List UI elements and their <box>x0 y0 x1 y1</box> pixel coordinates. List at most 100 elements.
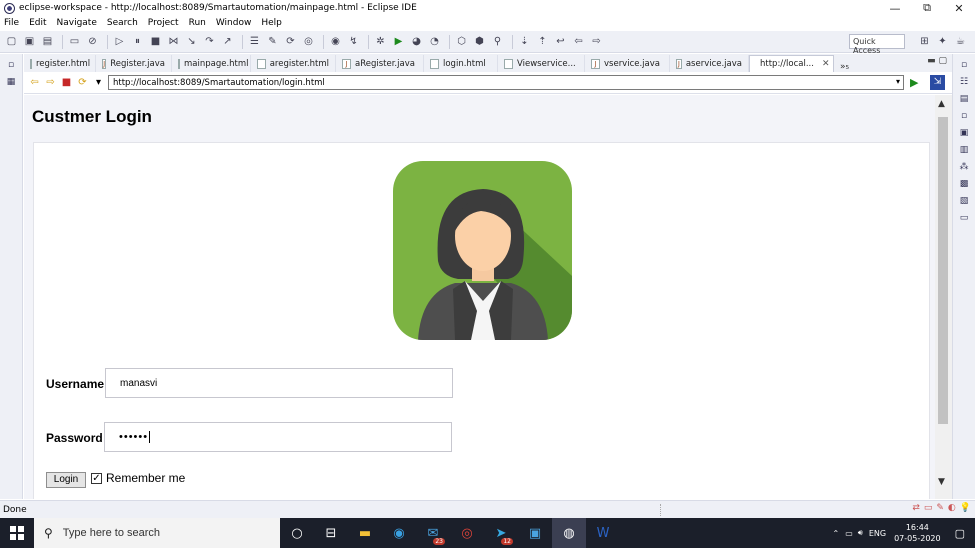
terminal-icon[interactable]: ▭ <box>67 35 82 49</box>
chevron-up-icon[interactable]: ⌃ <box>833 529 840 538</box>
menu-navigate[interactable]: Navigate <box>57 18 97 28</box>
battery-icon[interactable]: ▭ <box>845 529 853 538</box>
outline-view-icon[interactable]: ☷ <box>959 77 970 88</box>
scroll-thumb[interactable] <box>938 117 948 424</box>
cortana-icon[interactable]: ○ <box>280 518 314 548</box>
maximize-view-icon[interactable]: ▢ <box>938 56 947 66</box>
resume-icon[interactable]: ▷ <box>112 35 127 49</box>
open-external-icon[interactable]: ⇲ <box>930 75 945 90</box>
url-input[interactable]: http://localhost:8089/Smartautomation/lo… <box>108 75 904 90</box>
globe-icon[interactable]: ◉ <box>328 35 343 49</box>
editor-tab[interactable]: http://local... ✕ <box>749 55 834 72</box>
terminate-icon[interactable]: ■ <box>148 35 163 49</box>
editor-tab[interactable]: Viewservice... <box>498 55 585 72</box>
windows-start-icon[interactable] <box>0 518 34 548</box>
package-explorer-icon[interactable]: ▦ <box>6 77 17 88</box>
editor-tab[interactable]: Jvservice.java <box>585 55 670 72</box>
close-button[interactable]: ✕ <box>943 2 975 15</box>
external-tools-icon[interactable]: ◔ <box>427 35 442 49</box>
editor-tab[interactable]: Jaservice.java <box>670 55 749 72</box>
notification-icon[interactable]: ▢ <box>955 527 965 540</box>
go-icon[interactable]: ▶ <box>910 76 918 89</box>
scroll-down-icon[interactable]: ▼ <box>938 477 945 487</box>
properties-icon[interactable]: ▥ <box>959 145 970 156</box>
menu-project[interactable]: Project <box>148 18 179 28</box>
language-indicator[interactable]: ENG <box>869 529 886 538</box>
console-icon[interactable]: ▭ <box>959 213 970 224</box>
username-input[interactable]: manasvi <box>105 368 453 398</box>
forward-icon[interactable]: ⇨ <box>589 35 604 49</box>
maximize-button[interactable]: ⧉ <box>911 1 943 15</box>
open-task-icon[interactable]: ⬢ <box>472 35 487 49</box>
editor-tab[interactable]: aregister.html <box>251 55 336 72</box>
telegram-icon[interactable]: ➤ 12 <box>484 518 518 548</box>
next-annotation-icon[interactable]: ⇣ <box>517 35 532 49</box>
clock[interactable]: 16:44 07-05-2020 <box>894 522 941 544</box>
app-window-icon[interactable]: ▣ <box>518 518 552 548</box>
save-icon[interactable]: ▣ <box>22 35 37 49</box>
open-type-icon[interactable]: ⬡ <box>454 35 469 49</box>
editor-tab[interactable]: JaRegister.java <box>336 55 424 72</box>
taskbar-search-input[interactable]: ⚲ Type here to search <box>34 518 280 548</box>
remember-me-checkbox[interactable]: ✓ <box>91 473 102 484</box>
menu-help[interactable]: Help <box>261 18 282 28</box>
minimize-button[interactable]: — <box>879 2 911 15</box>
refresh-icon[interactable]: ⟳ <box>76 76 89 89</box>
tab-overflow-button[interactable]: »₅ <box>840 62 849 72</box>
editor-tab[interactable]: J Register.java <box>96 55 172 72</box>
tip-icon[interactable]: ▭ <box>924 503 933 513</box>
edge-icon[interactable]: ◉ <box>382 518 416 548</box>
menu-file[interactable]: File <box>4 18 19 28</box>
step-return-icon[interactable]: ↗ <box>220 35 235 49</box>
menu-window[interactable]: Window <box>216 18 252 28</box>
chrome-icon[interactable]: ◎ <box>450 518 484 548</box>
outline-icon[interactable]: ☰ <box>247 35 262 49</box>
network-icon[interactable]: ⇄ <box>912 503 920 513</box>
task-view-icon[interactable]: ⊟ <box>314 518 348 548</box>
open-perspective-icon[interactable]: ⊞ <box>917 34 932 48</box>
menu-run[interactable]: Run <box>189 18 206 28</box>
snippets-icon[interactable]: ▧ <box>959 196 970 207</box>
coverage-icon[interactable]: ◕ <box>409 35 424 49</box>
close-tab-icon[interactable]: ✕ <box>822 59 830 69</box>
step-into-icon[interactable]: ↘ <box>184 35 199 49</box>
file-explorer-icon[interactable]: ▬ <box>348 518 382 548</box>
java-ee-perspective-icon[interactable]: ✦ <box>935 34 950 48</box>
markers-icon[interactable]: ▣ <box>959 128 970 139</box>
launch-icon[interactable]: ↯ <box>346 35 361 49</box>
vertical-scrollbar[interactable]: ▲ ▼ <box>935 95 952 499</box>
menu-search[interactable]: Search <box>107 18 138 28</box>
previous-annotation-icon[interactable]: ⇡ <box>535 35 550 49</box>
step-over-icon[interactable]: ↷ <box>202 35 217 49</box>
chevron-down-icon[interactable]: ▾ <box>896 77 900 86</box>
chevron-down-icon[interactable]: ▾ <box>92 76 105 89</box>
eclipse-taskbar-icon[interactable]: ◍ <box>552 518 586 548</box>
data-source-icon[interactable]: ▩ <box>959 179 970 190</box>
editor-tab[interactable]: mainpage.html <box>172 55 251 72</box>
task-list-icon[interactable]: ▤ <box>959 94 970 105</box>
mail-icon[interactable]: ✉ 23 <box>416 518 450 548</box>
disconnect-icon[interactable]: ⋈ <box>166 35 181 49</box>
quick-access-field[interactable]: Quick Access <box>849 34 905 55</box>
new-server-icon[interactable]: ⟳ <box>283 35 298 49</box>
save-all-icon[interactable]: ▤ <box>40 35 55 49</box>
forward-icon[interactable]: ⇨ <box>44 76 57 89</box>
login-button[interactable]: Login <box>46 472 86 488</box>
editor-tab[interactable]: login.html <box>424 55 498 72</box>
password-input[interactable]: •••••• <box>104 422 452 452</box>
word-icon[interactable]: W <box>586 518 620 548</box>
back-icon[interactable]: ⇦ <box>28 76 41 89</box>
menu-edit[interactable]: Edit <box>29 18 46 28</box>
java-perspective-icon[interactable]: ☕ <box>953 34 968 48</box>
stop-icon[interactable]: ■ <box>60 76 73 89</box>
restore-icon[interactable]: ▫ <box>6 60 17 71</box>
debug-icon[interactable]: ✲ <box>373 35 388 49</box>
progress-icon[interactable]: ◐ <box>948 503 956 513</box>
last-edit-icon[interactable]: ↩ <box>553 35 568 49</box>
volume-icon[interactable]: 🔊︎ <box>858 528 863 538</box>
build-icon[interactable]: ✎ <box>936 503 944 513</box>
lightbulb-icon[interactable]: 💡 <box>960 503 971 513</box>
search-icon[interactable]: ⚲ <box>490 35 505 49</box>
minimize-view-icon[interactable]: ▬ <box>927 56 936 66</box>
web-browser-icon[interactable]: ◎ <box>301 35 316 49</box>
